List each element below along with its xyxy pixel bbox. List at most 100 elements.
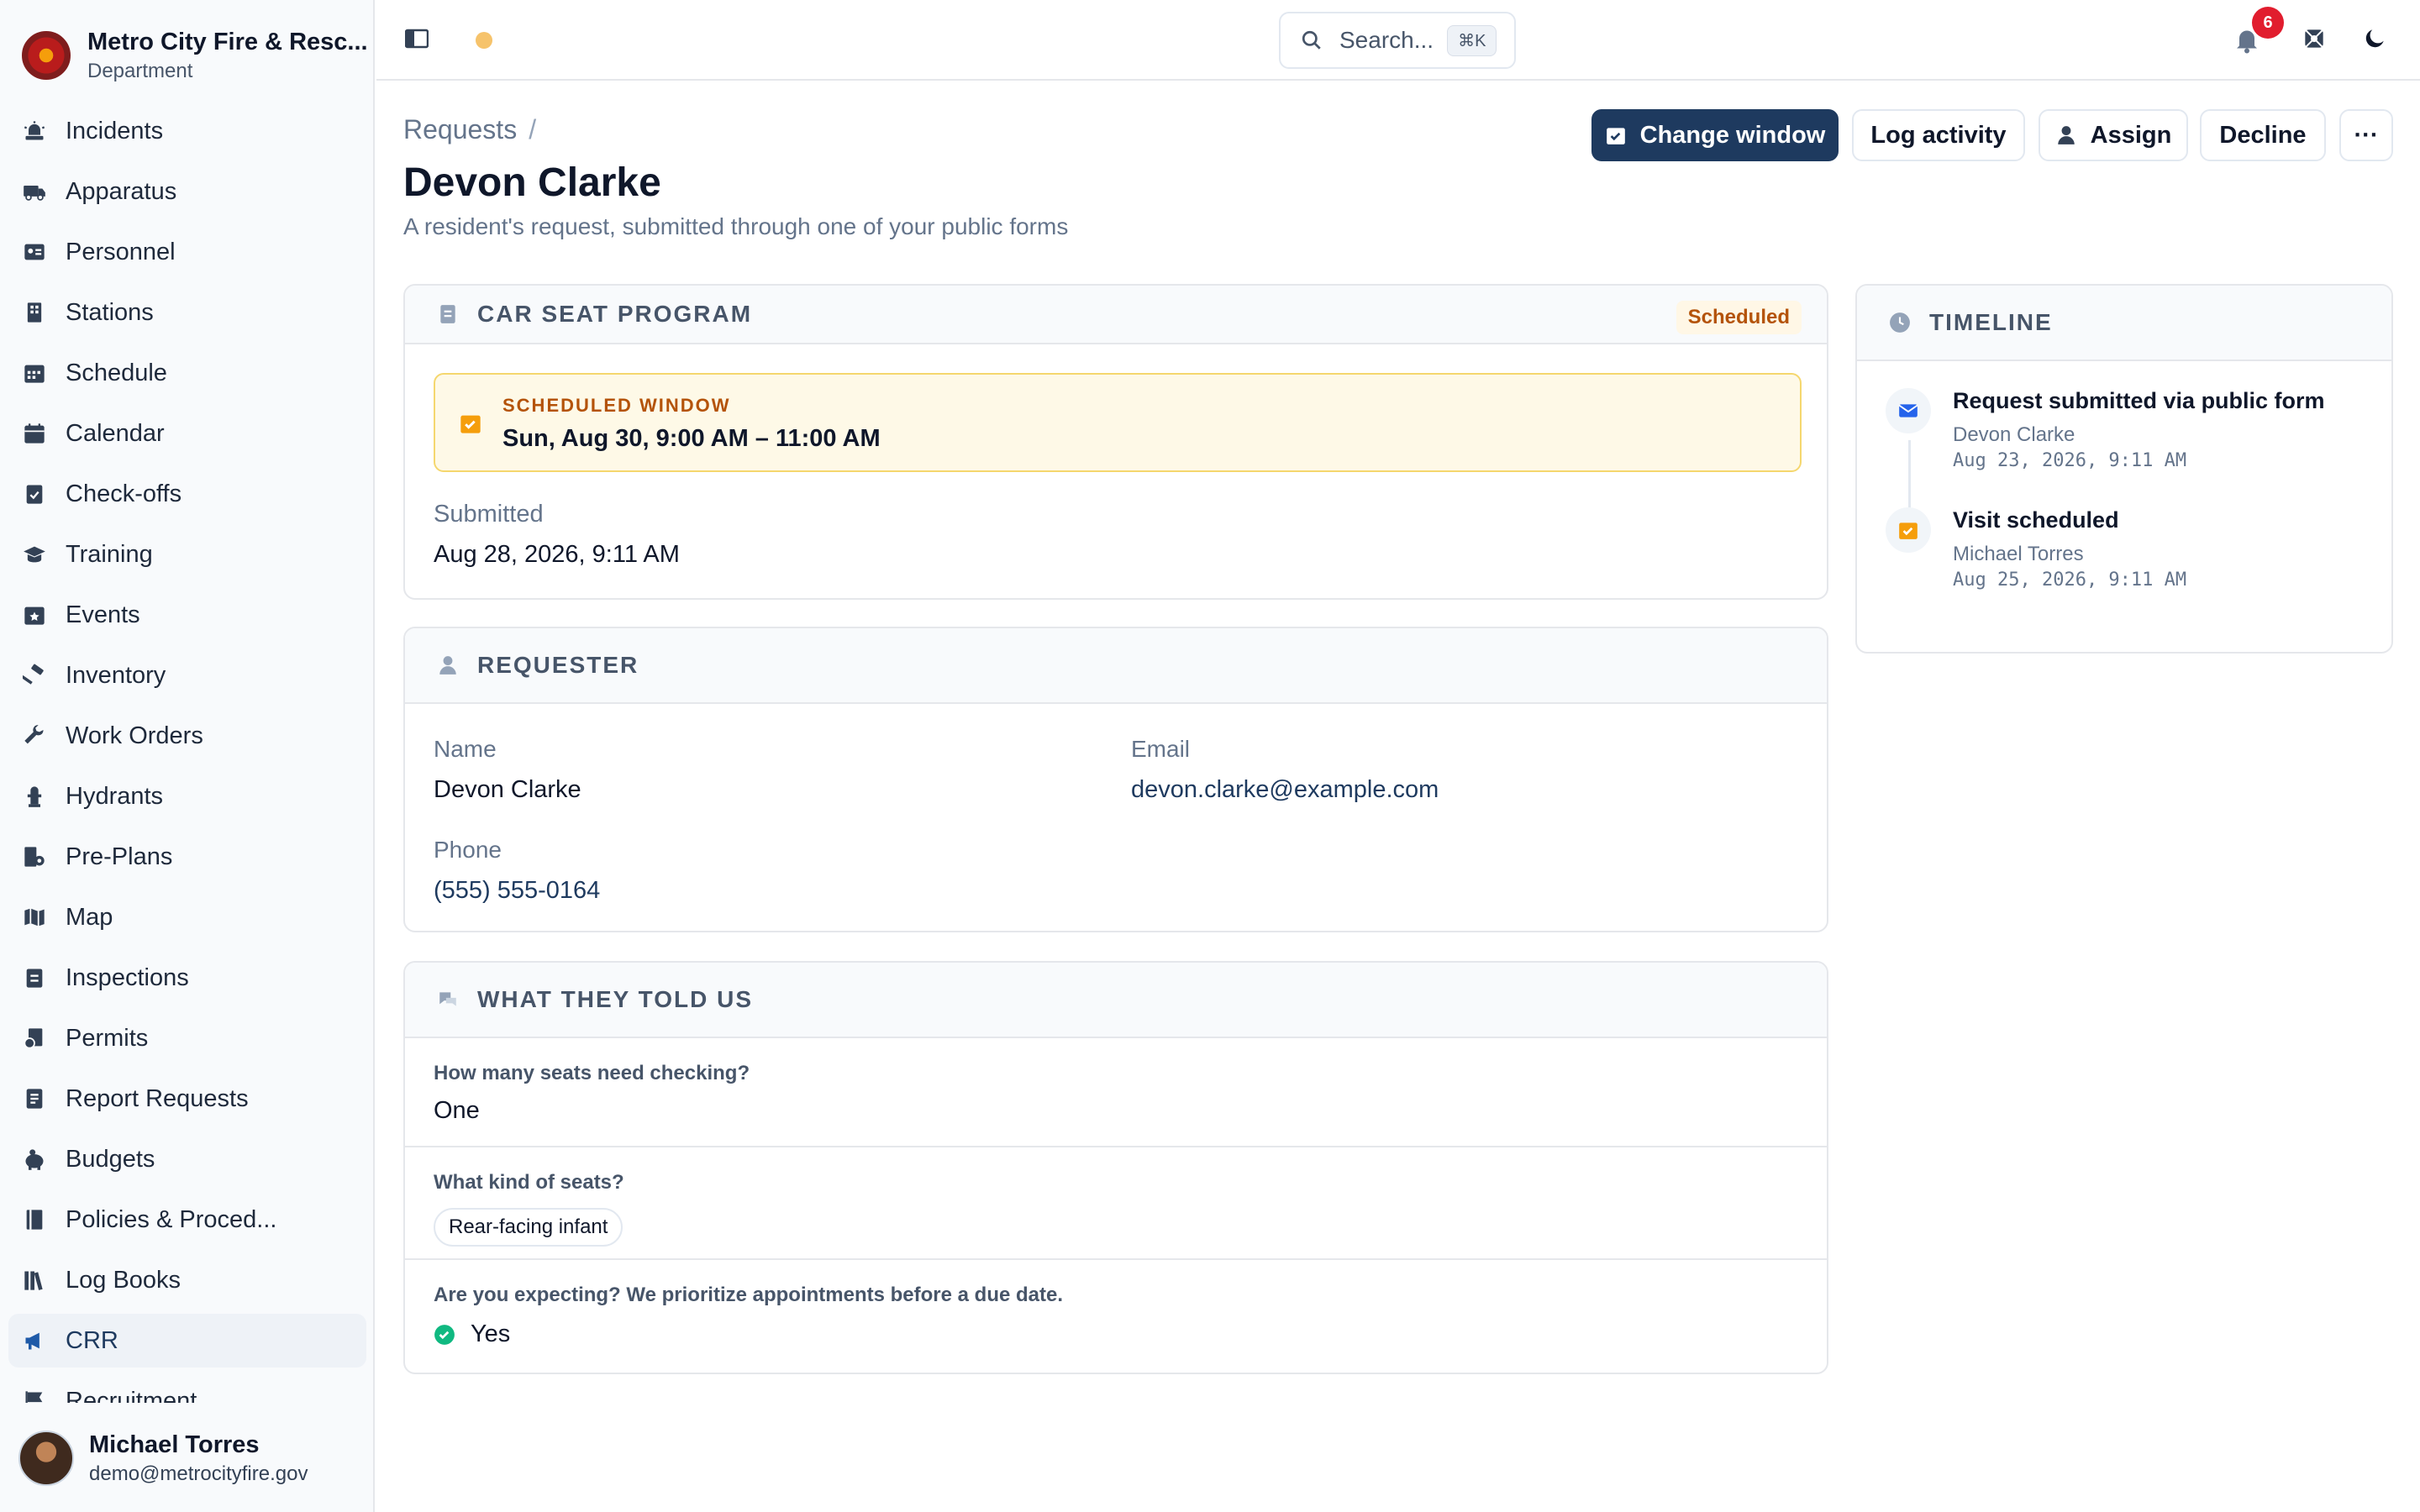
notification-badge: 6 (2252, 7, 2284, 39)
sidebar-item-permits[interactable]: Permits (8, 1011, 366, 1065)
sidebar: Metro City Fire & Resc... Department Inc… (0, 0, 375, 1512)
org-text: Metro City Fire & Resc... Department (87, 29, 368, 83)
sidebar-item-label: Recruitment (66, 1387, 197, 1404)
sidebar-item-recruitment[interactable]: Recruitment (8, 1374, 366, 1403)
puzzle-icon[interactable] (2301, 25, 2328, 52)
topbar: Search... ⌘K 6 (376, 0, 2420, 81)
user-menu[interactable]: Michael Torres demo@metrocityfire.gov (18, 1428, 371, 1488)
sidebar-item-stations[interactable]: Stations (8, 286, 366, 339)
calendar-grid-icon (20, 359, 49, 387)
sidebar-item-label: Policies & Proced... (66, 1205, 277, 1233)
breadcrumb: Requests / (403, 114, 536, 145)
submitted-value: Aug 28, 2026, 9:11 AM (434, 541, 680, 568)
user-text: Michael Torres demo@metrocityfire.gov (89, 1431, 308, 1486)
name-label: Name (434, 736, 497, 762)
program-card-header: CAR SEAT PROGRAM Scheduled (405, 286, 1827, 344)
sidebar-item-inventory[interactable]: Inventory (8, 648, 366, 702)
answer-row: Are you expecting? We prioritize appoint… (405, 1260, 1827, 1373)
program-card: CAR SEAT PROGRAM Scheduled SCHEDULED WIN… (403, 284, 1828, 600)
sidebar-item-inspections[interactable]: Inspections (8, 951, 366, 1005)
timeline-item-title: Request submitted via public form (1953, 388, 2325, 413)
timeline-item: Visit scheduled Michael Torres Aug 25, 2… (1886, 507, 2365, 600)
search-input[interactable]: Search... ⌘K (1279, 12, 1516, 69)
sidebar-item-crr[interactable]: CRR (8, 1314, 366, 1368)
decline-button[interactable]: Decline (2200, 109, 2326, 161)
log-activity-button[interactable]: Log activity (1852, 109, 2025, 161)
sidebar-item-events[interactable]: Events (8, 588, 366, 642)
sidebar-item-label: Map (66, 903, 113, 931)
log-activity-label: Log activity (1870, 121, 2007, 149)
graduation-cap-icon (20, 540, 49, 569)
phone-label: Phone (434, 837, 502, 863)
sidebar-item-work-orders[interactable]: Work Orders (8, 709, 366, 763)
sidebar-toggle-icon[interactable] (405, 29, 429, 49)
envelope-icon (1886, 388, 1931, 433)
sidebar-item-schedule[interactable]: Schedule (8, 346, 366, 400)
sidebar-item-report-requests[interactable]: Report Requests (8, 1072, 366, 1126)
status-dot (476, 32, 492, 49)
sidebar-item-hydrants[interactable]: Hydrants (8, 769, 366, 823)
assign-button[interactable]: Assign (2039, 109, 2188, 161)
answer-text: Yes (471, 1320, 511, 1347)
org-switcher[interactable]: Metro City Fire & Resc... Department (22, 25, 368, 86)
requester-card: REQUESTER Name Devon Clarke Email devon.… (403, 627, 1828, 932)
calendar-icon (20, 419, 49, 448)
id-card-icon (20, 238, 49, 266)
truck-icon (20, 177, 49, 206)
sidebar-item-personnel[interactable]: Personnel (8, 225, 366, 279)
org-logo (22, 31, 71, 80)
clipboard-icon (20, 963, 49, 992)
sidebar-item-budgets[interactable]: Budgets (8, 1132, 366, 1186)
more-actions-button[interactable]: ··· (2339, 109, 2393, 161)
flag-icon (20, 1387, 49, 1403)
person-icon (439, 656, 456, 675)
user-email: demo@metrocityfire.gov (89, 1462, 308, 1485)
clipboard-icon (440, 305, 455, 323)
clipboard-check-icon (20, 480, 49, 508)
sidebar-item-training[interactable]: Training (8, 528, 366, 581)
moon-icon[interactable] (2361, 25, 2388, 52)
sidebar-item-label: Apparatus (66, 177, 177, 205)
timeline-title: TIMELINE (1929, 309, 2053, 335)
search-placeholder: Search... (1339, 27, 1434, 53)
sidebar-nav: Incidents Apparatus Personnel Stations S… (8, 104, 366, 1403)
email-link[interactable]: devon.clarke@example.com (1131, 776, 1439, 804)
building-icon (20, 298, 49, 327)
assign-label: Assign (2090, 121, 2172, 149)
status-badge: Scheduled (1676, 301, 1802, 334)
books-icon (20, 1266, 49, 1294)
sidebar-item-label: Training (66, 540, 153, 568)
scheduled-window-box: SCHEDULED WINDOW Sun, Aug 30, 9:00 AM – … (434, 373, 1802, 472)
submitted-label: Submitted (434, 501, 544, 528)
sidebar-item-label: Personnel (66, 238, 176, 265)
scheduled-window-value: Sun, Aug 30, 9:00 AM – 11:00 AM (502, 425, 881, 452)
sidebar-item-label: Hydrants (66, 782, 164, 810)
sidebar-item-check-offs[interactable]: Check-offs (8, 467, 366, 521)
sidebar-item-policies[interactable]: Policies & Proced... (8, 1193, 366, 1247)
avatar (18, 1431, 74, 1486)
requester-title: REQUESTER (477, 652, 639, 678)
sidebar-item-log-books[interactable]: Log Books (8, 1253, 366, 1307)
sidebar-item-incidents[interactable]: Incidents (8, 104, 366, 158)
timeline-item: Request submitted via public form Devon … (1886, 388, 2365, 480)
breadcrumb-requests[interactable]: Requests (403, 114, 517, 144)
megaphone-icon (20, 1326, 49, 1355)
program-title: CAR SEAT PROGRAM (477, 301, 753, 327)
sidebar-item-map[interactable]: Map (8, 890, 366, 944)
requester-card-header: REQUESTER (405, 628, 1827, 704)
sidebar-item-label: CRR (66, 1326, 118, 1354)
sidebar-item-label: Permits (66, 1024, 149, 1052)
sidebar-item-pre-plans[interactable]: Pre-Plans (8, 830, 366, 884)
clock-icon (1890, 312, 1910, 333)
change-window-button[interactable]: Change window (1591, 109, 1839, 161)
page-title: Devon Clarke (403, 160, 661, 205)
sidebar-item-calendar[interactable]: Calendar (8, 407, 366, 460)
breadcrumb-separator: / (529, 114, 537, 144)
phone-link[interactable]: (555) 555-0164 (434, 877, 600, 905)
timeline-card-header: TIMELINE (1857, 286, 2391, 361)
org-subtitle: Department (87, 59, 193, 82)
timeline-item-author: Michael Torres (1953, 543, 2084, 565)
timeline-item-timestamp: Aug 23, 2026, 9:11 AM (1953, 450, 2187, 471)
sidebar-item-apparatus[interactable]: Apparatus (8, 165, 366, 218)
calendar-check-icon (460, 415, 481, 433)
